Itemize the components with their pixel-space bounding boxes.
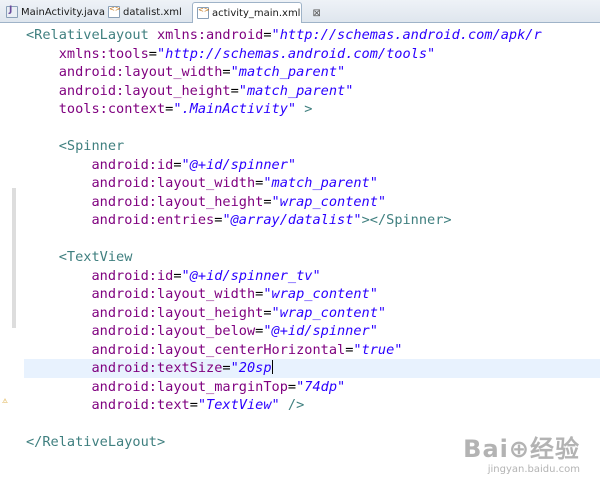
code-token-tag: ></Spinner> bbox=[361, 212, 452, 228]
code-line[interactable]: android:layout_width="wrap_content" bbox=[26, 285, 600, 304]
code-token-val: "match_parent" bbox=[230, 64, 346, 80]
code-token-attr: android:layout_marginTop bbox=[26, 378, 288, 395]
code-line[interactable]: android:entries="@array/datalist"></Spin… bbox=[26, 211, 600, 230]
code-line[interactable]: xmlns:tools="http://schemas.android.com/… bbox=[26, 45, 600, 64]
code-line[interactable]: <RelativeLayout xmlns:android="http://sc… bbox=[26, 26, 600, 45]
code-token-val: "@+id/spinner_tv" bbox=[181, 267, 321, 284]
code-token-val: "74dp" bbox=[296, 378, 346, 395]
code-token-val: "@+id/spinner" bbox=[263, 323, 378, 339]
code-token-attr: android:id bbox=[26, 156, 174, 173]
code-token-val: "http://schemas.android.com/apk/r bbox=[271, 27, 542, 43]
code-token-attr: xmlns:android bbox=[156, 27, 264, 43]
code-token-val: "true" bbox=[353, 341, 403, 358]
code-token-attr: android:layout_width bbox=[26, 286, 256, 302]
code-token-val: "@+id/spinner" bbox=[181, 156, 297, 173]
code-token-val: "TextView" bbox=[197, 397, 280, 413]
tab-label: MainActivity.java bbox=[21, 6, 105, 18]
code-token-eq: = bbox=[263, 193, 272, 210]
watermark-url: jingyan.baidu.com bbox=[487, 464, 580, 475]
code-line[interactable]: android:layout_marginTop="74dp" bbox=[26, 378, 600, 397]
code-line[interactable] bbox=[26, 230, 600, 249]
code-line[interactable]: android:layout_width="match_parent" bbox=[26, 63, 600, 82]
code-token-punct: /> bbox=[279, 397, 305, 413]
code-token-val: "wrap_content" bbox=[271, 193, 387, 210]
code-token-attr: android:layout_width bbox=[26, 64, 223, 80]
code-token-eq: = bbox=[148, 45, 157, 62]
warning-marker-icon[interactable]: ⚠ bbox=[0, 396, 10, 406]
code-line-current[interactable]: android:textSize="20sp bbox=[24, 359, 600, 378]
code-token-attr: android:entries bbox=[26, 212, 215, 228]
code-line[interactable]: android:layout_width="match_parent" bbox=[26, 174, 600, 193]
code-token-attr: tools:context bbox=[26, 101, 166, 117]
code-token-eq: = bbox=[173, 156, 182, 173]
code-token-eq: = bbox=[222, 64, 231, 80]
code-token-eq: = bbox=[263, 304, 272, 321]
tab-activity-main-xml[interactable]: activity_main.xml ⊠ bbox=[192, 2, 321, 23]
code-token-val: "http://schemas.android.com/tools" bbox=[156, 45, 436, 62]
code-token-eq: = bbox=[287, 378, 297, 395]
code-token-tag: <TextView bbox=[26, 249, 133, 265]
code-token-attr: android:layout_width bbox=[26, 175, 256, 191]
code-line[interactable]: android:id="@+id/spinner_tv" bbox=[26, 267, 600, 286]
code-token-eq: = bbox=[263, 27, 272, 43]
xml-file-icon bbox=[108, 5, 121, 18]
code-token-attr: android:id bbox=[26, 267, 174, 284]
java-file-icon bbox=[6, 5, 18, 18]
code-line[interactable]: android:text="TextView" /> bbox=[26, 396, 600, 415]
code-line[interactable]: android:layout_height="wrap_content" bbox=[26, 193, 600, 212]
code-token-attr: android:layout_below bbox=[26, 323, 256, 339]
code-token-punct: > bbox=[296, 101, 313, 117]
code-token-attr: android:text bbox=[26, 397, 190, 413]
code-line[interactable]: android:layout_centerHorizontal="true" bbox=[26, 341, 600, 360]
code-token-eq: = bbox=[189, 397, 198, 413]
code-token-val: "wrap_content" bbox=[271, 304, 387, 321]
tab-label: activity_main.xml bbox=[212, 7, 301, 19]
code-token-tag: <RelativeLayout bbox=[26, 27, 157, 43]
code-token-tag: <Spinner bbox=[26, 138, 125, 154]
close-tab-icon[interactable]: ⊠ bbox=[312, 8, 320, 19]
code-line[interactable]: android:layout_height="wrap_content" bbox=[26, 304, 600, 323]
code-line[interactable] bbox=[26, 119, 600, 138]
code-token-eq: = bbox=[173, 267, 182, 284]
code-line[interactable]: android:layout_height="match_parent" bbox=[26, 82, 600, 101]
code-token-attr: android:textSize bbox=[26, 360, 223, 376]
editor-left-ruler bbox=[0, 23, 18, 487]
baidu-watermark: Bai⊕经验 jingyan.baidu.com bbox=[463, 429, 580, 475]
code-line[interactable]: tools:context=".MainActivity" > bbox=[26, 100, 600, 119]
code-token-attr: xmlns:tools bbox=[26, 45, 149, 62]
code-token-attr: android:layout_centerHorizontal bbox=[26, 341, 346, 358]
code-token-val: "20sp bbox=[230, 360, 272, 376]
tab-label: datalist.xml bbox=[123, 6, 182, 18]
tab-datalist-xml[interactable]: datalist.xml bbox=[104, 2, 194, 22]
code-token-val: "match_parent" bbox=[263, 175, 378, 191]
code-line[interactable]: android:id="@+id/spinner" bbox=[26, 156, 600, 175]
code-token-eq: = bbox=[222, 360, 231, 376]
text-caret bbox=[271, 360, 273, 374]
code-token-val: "wrap_content" bbox=[263, 286, 378, 302]
xml-code-editor[interactable]: <RelativeLayout xmlns:android="http://sc… bbox=[24, 26, 600, 452]
watermark-logo: Bai⊕经验 bbox=[463, 435, 580, 463]
code-line[interactable]: <Spinner bbox=[26, 137, 600, 156]
code-token-attr: android:layout_height bbox=[26, 193, 264, 210]
ruler-marker bbox=[12, 188, 16, 328]
code-token-eq: = bbox=[230, 82, 239, 99]
xml-file-icon bbox=[197, 6, 210, 19]
code-token-attr: android:layout_height bbox=[26, 304, 264, 321]
code-token-tag: </RelativeLayout> bbox=[26, 434, 166, 450]
editor-tab-bar: MainActivity.java datalist.xml activity_… bbox=[0, 0, 600, 23]
code-token-val: "match_parent" bbox=[238, 82, 354, 99]
code-line[interactable]: <TextView bbox=[26, 248, 600, 267]
tab-mainactivity-java[interactable]: MainActivity.java bbox=[2, 2, 105, 22]
code-line[interactable]: android:layout_below="@+id/spinner" bbox=[26, 322, 600, 341]
code-token-attr: android:layout_height bbox=[26, 82, 231, 99]
code-token-val: "@array/datalist" bbox=[222, 212, 362, 228]
code-token-val: ".MainActivity" bbox=[173, 101, 297, 117]
